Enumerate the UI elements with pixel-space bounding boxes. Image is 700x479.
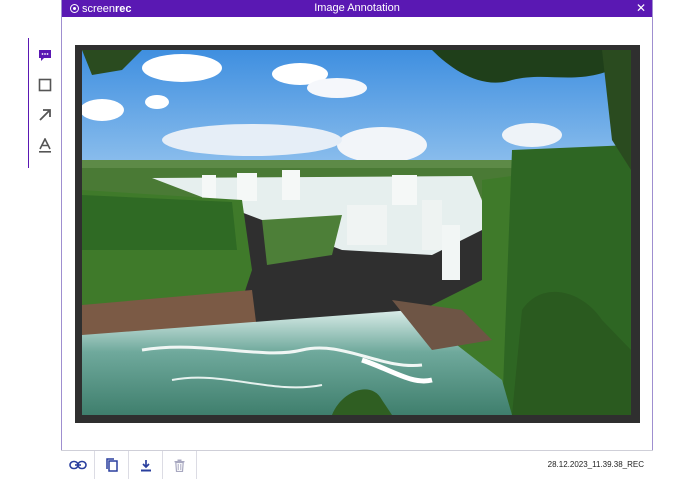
text-icon (39, 137, 51, 153)
square-icon (38, 78, 52, 92)
speech-bubble-icon (39, 49, 51, 61)
file-name: 28.12.2023_11.39.38_REC (547, 460, 644, 469)
link-icon (68, 460, 87, 470)
text-tool[interactable] (36, 136, 54, 154)
comment-tool[interactable] (36, 46, 54, 64)
waterfall-photo (82, 50, 631, 415)
download-button[interactable] (129, 451, 163, 479)
arrow-tool[interactable] (36, 106, 54, 124)
rectangle-tool[interactable] (36, 76, 54, 94)
arrow-icon (39, 109, 51, 121)
window-title: Image Annotation (314, 2, 400, 14)
trash-icon (174, 459, 185, 472)
close-button[interactable]: ✕ (634, 0, 648, 17)
copy-button[interactable] (95, 451, 129, 479)
copy-link-button[interactable] (61, 451, 95, 479)
bottom-action-bar: 28.12.2023_11.39.38_REC (61, 450, 653, 479)
delete-button[interactable] (163, 451, 197, 479)
download-icon (140, 459, 151, 471)
annotation-toolbar (28, 38, 58, 168)
copy-icon (105, 458, 118, 472)
title-bar: screen rec Image Annotation ✕ (62, 0, 652, 17)
image-canvas[interactable] (75, 45, 640, 423)
